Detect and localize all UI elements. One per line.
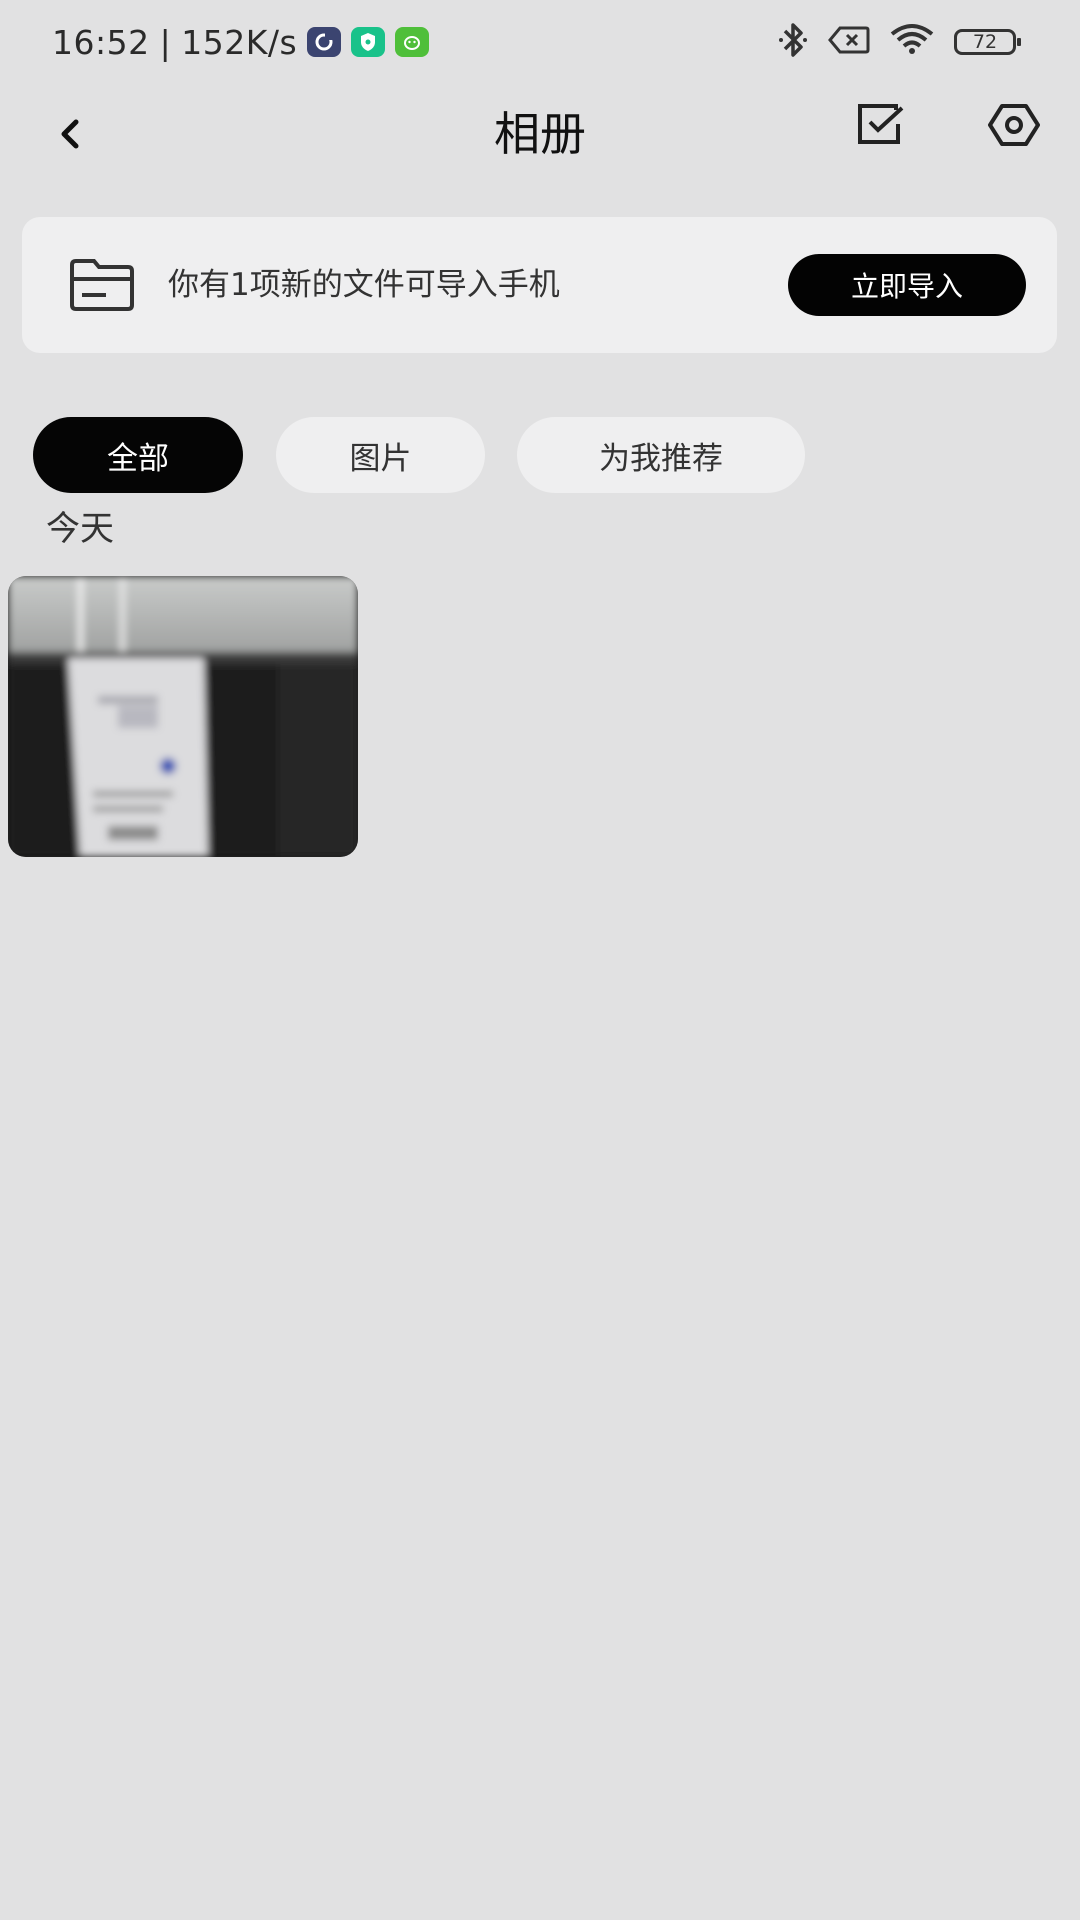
status-net-speed: 152K/s — [181, 22, 298, 62]
status-separator: | — [159, 22, 172, 62]
battery-icon: 72 — [954, 29, 1021, 55]
checkbox-select-icon — [858, 104, 904, 144]
photo-image — [8, 576, 358, 857]
filter-chip-recommended[interactable]: 为我推荐 — [517, 417, 805, 493]
import-now-button[interactable]: 立即导入 — [788, 254, 1026, 316]
import-banner: 你有1项新的文件可导入手机 立即导入 — [22, 217, 1057, 353]
section-header-today: 今天 — [46, 509, 114, 549]
app-sync-icon — [307, 27, 342, 57]
title-bar: 相册 — [0, 84, 1080, 194]
album-screen: 16:52 | 152K/s 72 相册 你有1项新的文件可导入手机 立即导入 … — [0, 0, 1080, 1920]
photo-thumbnail[interactable] — [8, 576, 358, 857]
select-mode-button[interactable] — [850, 94, 912, 156]
wifi-icon — [888, 22, 936, 62]
filter-chip-all[interactable]: 全部 — [33, 417, 243, 493]
status-left: 16:52 | 152K/s — [52, 18, 430, 66]
app-shield-icon — [351, 27, 386, 57]
page-title: 相册 — [494, 107, 586, 161]
folder-icon — [70, 259, 134, 311]
filter-chip-images[interactable]: 图片 — [276, 417, 485, 493]
view-options-button[interactable] — [982, 94, 1046, 156]
eye-hexagon-icon — [988, 104, 1040, 146]
bluetooth-icon — [776, 20, 810, 64]
status-time: 16:52 — [52, 22, 150, 62]
no-sim-icon — [828, 25, 870, 59]
import-banner-message: 你有1项新的文件可导入手机 — [168, 267, 560, 303]
status-right: 72 — [776, 20, 1021, 64]
battery-level: 72 — [972, 31, 998, 53]
status-bar: 16:52 | 152K/s 72 — [0, 0, 1080, 84]
app-android-icon — [395, 27, 430, 57]
